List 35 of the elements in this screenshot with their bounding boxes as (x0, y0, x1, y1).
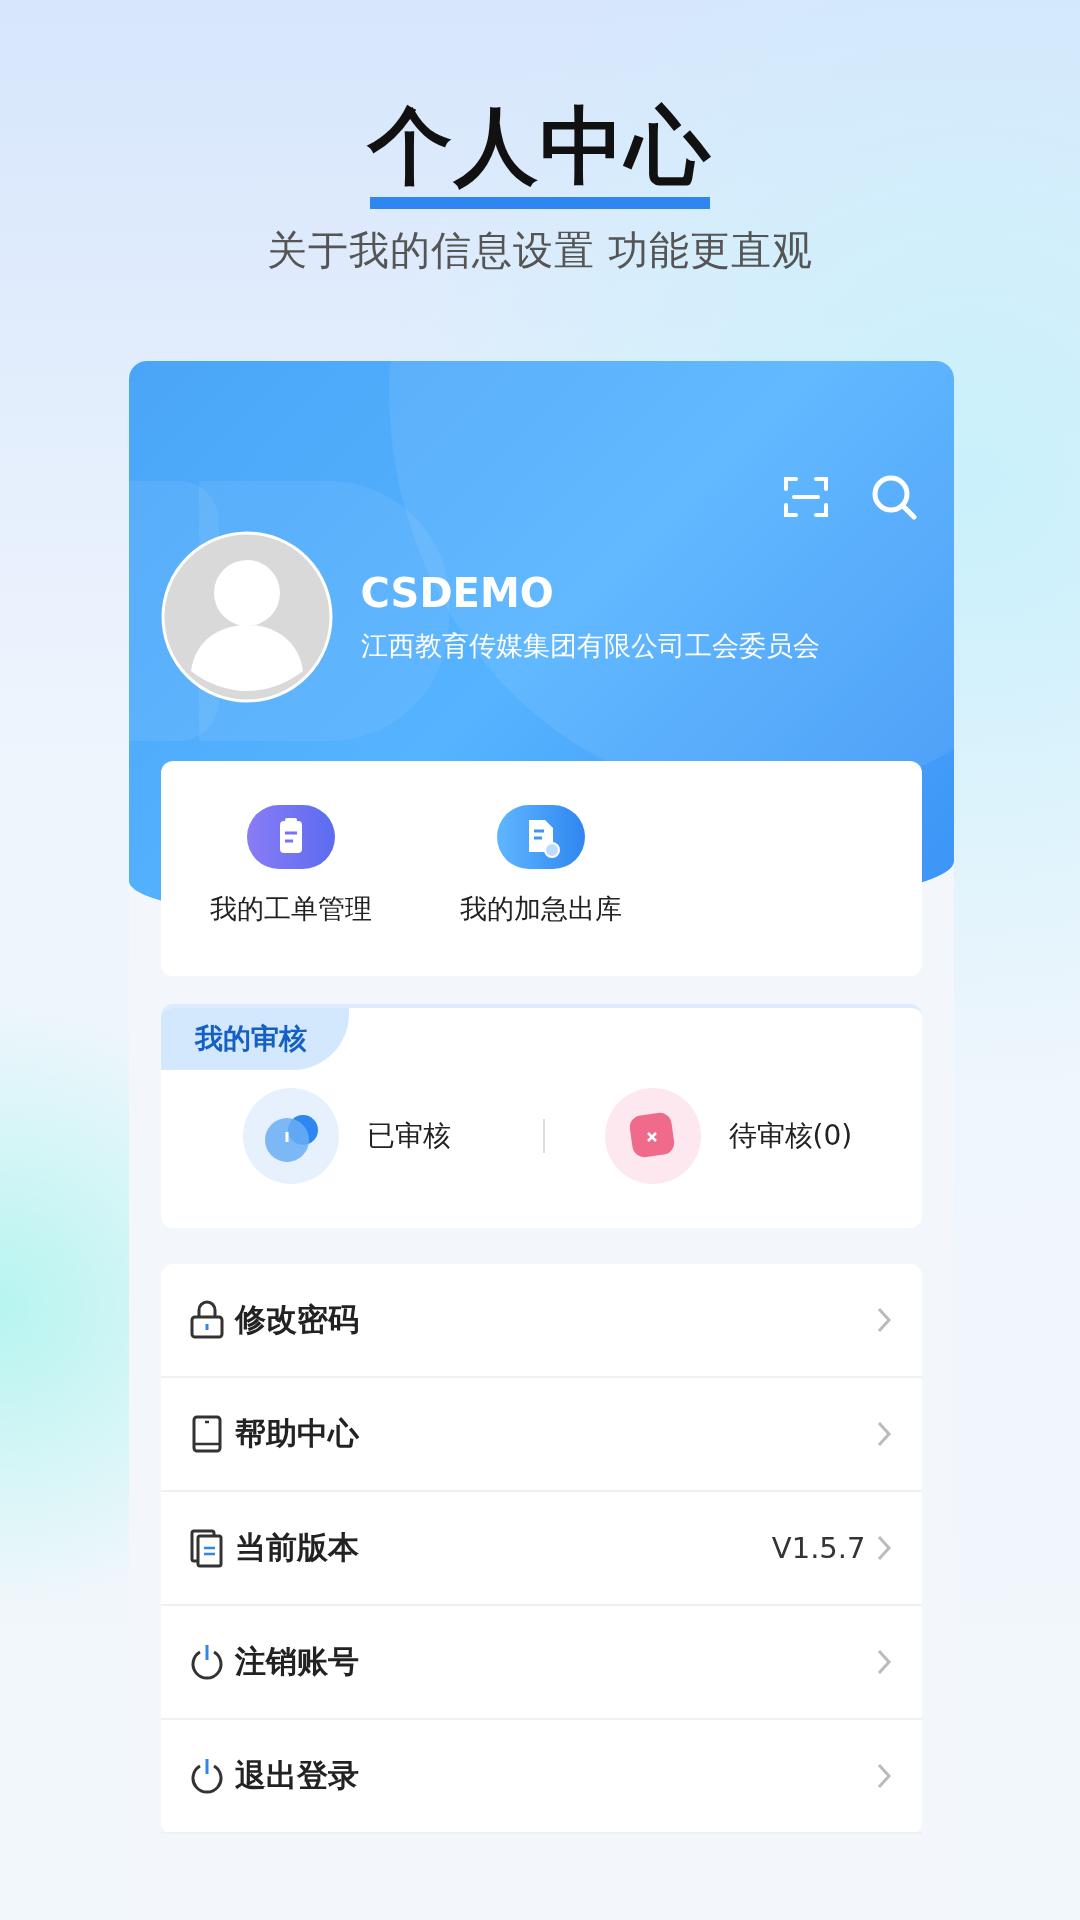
menu-row[interactable]: 注销账号 (160, 1606, 922, 1720)
quick-action-label: 我的加急出库 (459, 892, 622, 926)
power-icon (188, 1756, 225, 1796)
menu-row[interactable]: 退出登录 (160, 1720, 922, 1834)
promo-subtitle: 关于我的信息设置 功能更直观 (266, 225, 814, 275)
menu-label: 退出登录 (234, 1756, 359, 1795)
user-name: CSDEMO (360, 570, 555, 616)
menu-label: 帮助中心 (234, 1414, 359, 1453)
quick-action[interactable]: 我的工单管理 (180, 805, 401, 976)
chevron-icon (875, 1420, 892, 1448)
quick-action[interactable]: 我的加急出库 (430, 805, 651, 976)
chevron-icon (875, 1306, 892, 1334)
lock-icon (188, 1300, 225, 1340)
avatar-icon[interactable] (160, 531, 333, 703)
menu-label: 修改密码 (234, 1300, 359, 1339)
menu-label: 当前版本 (234, 1528, 359, 1567)
bubble-icon (242, 1088, 339, 1184)
organization-name: 江西教育传媒集团有限公司工会委员会 (360, 629, 820, 663)
quick-action-label: 我的工单管理 (209, 892, 372, 926)
promo-title: 个人中心 (368, 96, 712, 197)
audit-label: 已审核 (366, 1118, 451, 1154)
menu-label: 注销账号 (234, 1642, 359, 1681)
version-value: V1.5.7 (771, 1531, 866, 1565)
cross-icon (604, 1088, 701, 1184)
menu-row[interactable]: 帮助中心 (160, 1378, 922, 1492)
audit-label: 待审核(0) (728, 1118, 853, 1154)
audit-item[interactable]: 待审核(0) (604, 1088, 905, 1184)
document-icon (188, 1528, 225, 1568)
chevron-icon (875, 1648, 892, 1676)
menu-row[interactable]: 修改密码 (160, 1264, 922, 1378)
audit-item[interactable]: 已审核 (242, 1088, 543, 1184)
chevron-icon (875, 1762, 892, 1790)
chevron-icon (875, 1534, 892, 1562)
power-icon (188, 1642, 225, 1682)
menu-row[interactable]: 当前版本 V1.5.7 (160, 1492, 922, 1606)
